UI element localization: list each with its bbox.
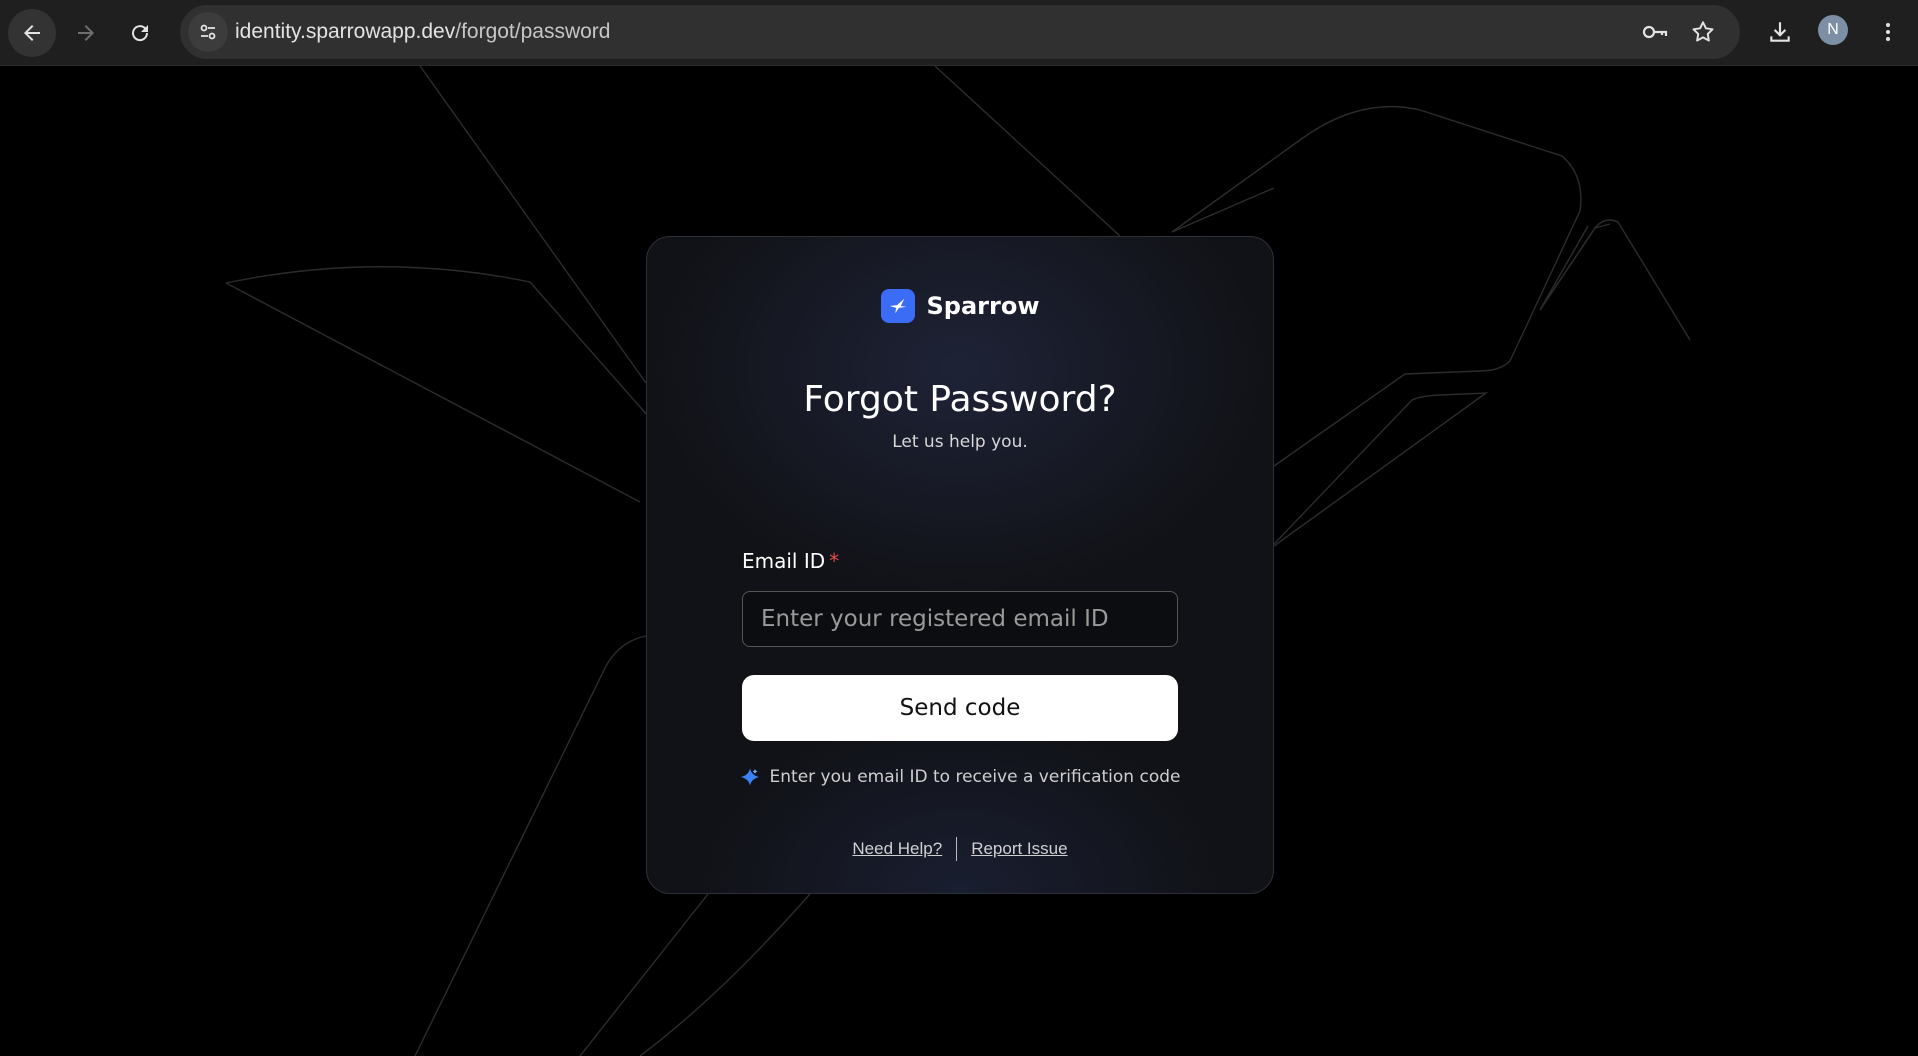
sparkle-icon bbox=[740, 768, 759, 786]
need-help-link[interactable]: Need Help? bbox=[852, 839, 942, 859]
forward-button[interactable] bbox=[62, 9, 110, 57]
back-button[interactable] bbox=[8, 9, 56, 57]
key-icon bbox=[1642, 25, 1668, 39]
send-code-button[interactable]: Send code bbox=[742, 675, 1178, 741]
url-host: identity.sparrowapp.dev bbox=[235, 20, 456, 43]
report-issue-link[interactable]: Report Issue bbox=[971, 839, 1067, 859]
downloads-button[interactable] bbox=[1762, 14, 1798, 50]
sparrow-logo bbox=[880, 289, 915, 323]
download-icon bbox=[1770, 22, 1790, 42]
password-key-button[interactable] bbox=[1640, 17, 1670, 47]
hint-text: Enter you email ID to receive a verifica… bbox=[769, 767, 1181, 787]
brand-header: Sparrow bbox=[647, 289, 1273, 323]
browser-toolbar: identity.sparrowapp.dev/forgot/password … bbox=[0, 0, 1918, 66]
hint-row: Enter you email ID to receive a verifica… bbox=[647, 767, 1273, 787]
footer-links: Need Help? Report Issue bbox=[647, 837, 1273, 861]
profile-avatar[interactable]: N bbox=[1818, 15, 1848, 45]
reload-button[interactable] bbox=[116, 9, 164, 57]
arrow-right-icon bbox=[78, 25, 94, 41]
reload-icon bbox=[132, 25, 149, 42]
address-bar[interactable]: identity.sparrowapp.dev/forgot/password bbox=[180, 5, 1740, 59]
email-input[interactable] bbox=[742, 591, 1178, 647]
page-title: Forgot Password? bbox=[803, 379, 1117, 420]
url-path: /forgot/password bbox=[455, 20, 611, 43]
link-divider bbox=[956, 837, 958, 861]
bookmark-button[interactable] bbox=[1688, 17, 1718, 47]
bird-icon bbox=[889, 298, 906, 314]
page-subtitle: Let us help you. bbox=[892, 432, 1028, 452]
site-info-button[interactable] bbox=[188, 12, 228, 52]
arrow-left-icon bbox=[24, 25, 40, 41]
forgot-password-card: Sparrow Forgot Password? Let us help you… bbox=[646, 236, 1274, 894]
url-text[interactable]: identity.sparrowapp.dev/forgot/password bbox=[235, 5, 610, 59]
star-icon bbox=[1692, 21, 1714, 42]
more-vert-icon bbox=[1886, 23, 1890, 41]
brand-name: Sparrow bbox=[926, 292, 1040, 320]
browser-menu-button[interactable] bbox=[1870, 14, 1906, 50]
page-viewport: Sparrow Forgot Password? Let us help you… bbox=[0, 66, 1918, 1056]
email-label: Email ID * bbox=[742, 549, 839, 573]
email-label-text: Email ID bbox=[742, 549, 826, 573]
tune-icon bbox=[200, 24, 216, 40]
required-marker: * bbox=[829, 549, 840, 573]
